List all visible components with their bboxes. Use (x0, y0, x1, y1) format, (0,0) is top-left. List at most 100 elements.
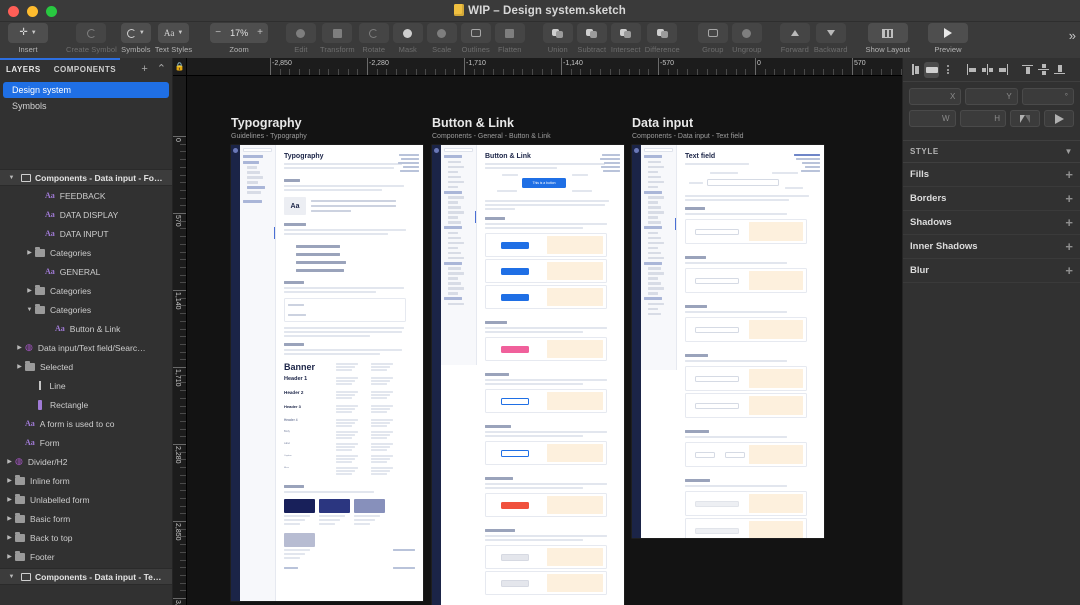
height-field[interactable]: H (960, 110, 1007, 127)
artboard-title[interactable]: Typography (231, 116, 423, 131)
nav-item[interactable] (648, 221, 661, 224)
nav-item[interactable] (648, 201, 658, 204)
layer-row[interactable]: ▶Categories (0, 243, 172, 262)
toolbar-item-transform[interactable]: Transform (318, 22, 357, 54)
style-row-inner-shadows[interactable]: Inner Shadows+ (903, 235, 1080, 259)
toolbar-item-insert[interactable]: ✛ ▼ Insert (6, 22, 50, 54)
toc-item[interactable] (399, 154, 419, 156)
layer-row[interactable]: ▶Unlabelled form (0, 490, 172, 509)
nav-item[interactable] (648, 272, 664, 275)
chevron-right-icon[interactable]: ▶ (4, 534, 15, 541)
nav-item[interactable] (648, 303, 664, 306)
chevron-right-icon[interactable]: ▶ (4, 515, 15, 522)
nav-item[interactable] (444, 262, 462, 265)
artboard-typography[interactable]: Typography Guidelines - Typography (231, 116, 423, 601)
example-button[interactable] (501, 580, 529, 587)
artboard-data-input[interactable]: Data input Components - Data input - Tex… (632, 116, 824, 538)
toolbar-item-flatten[interactable]: Flatten (493, 22, 527, 54)
example-field[interactable] (695, 278, 739, 284)
example-field[interactable] (695, 376, 739, 382)
toolbar-item-symbols[interactable]: ▼ Symbols (119, 22, 153, 54)
edit-button[interactable] (286, 23, 316, 43)
example-button[interactable] (501, 502, 529, 509)
nav-item[interactable] (247, 191, 261, 194)
distribute-horizontal-icon[interactable] (940, 62, 955, 78)
chevron-down-icon[interactable]: ▼ (6, 175, 17, 181)
x-field[interactable]: X (909, 88, 961, 105)
layer-row[interactable]: ▶Line (0, 376, 172, 395)
zoom-in-button[interactable]: + (257, 28, 263, 38)
nav-item[interactable] (448, 257, 464, 260)
layer-row[interactable]: ▶AaDATA DISPLAY (0, 205, 172, 224)
toolbar-item-text-styles[interactable]: Aa ▼ Text Styles (153, 22, 194, 54)
nav-item[interactable] (448, 247, 458, 250)
toc-item[interactable] (403, 166, 419, 168)
intersect-button[interactable] (611, 23, 641, 43)
nav-item[interactable] (448, 196, 464, 199)
layer-row[interactable]: ▶Selected (0, 357, 172, 376)
toolbar-item-difference[interactable]: Difference (643, 22, 682, 54)
toolbar-item-union[interactable]: Union (541, 22, 575, 54)
insert-button[interactable]: ✛ ▼ (8, 23, 48, 43)
nav-item[interactable] (448, 292, 458, 295)
nav-item[interactable] (448, 252, 461, 255)
toolbar-item-forward[interactable]: Forward (778, 22, 812, 54)
toc-item[interactable] (802, 162, 820, 164)
nav-item[interactable] (247, 166, 257, 169)
add-icon[interactable]: + (1065, 192, 1073, 205)
nav-item[interactable] (247, 171, 260, 174)
nav-item[interactable] (448, 237, 461, 240)
artboard-title[interactable]: Data input (632, 116, 824, 131)
nav-item[interactable] (448, 166, 464, 169)
nav-item[interactable] (648, 216, 658, 219)
nav-item[interactable] (448, 242, 464, 245)
nav-item[interactable] (448, 186, 458, 189)
align-middle-icon[interactable] (980, 62, 995, 78)
toolbar-item-rotate[interactable]: Rotate (357, 22, 391, 54)
nav-item[interactable] (648, 308, 658, 311)
subtract-button[interactable] (577, 23, 607, 43)
chevron-down-icon[interactable]: ▼ (1064, 147, 1073, 156)
align-vertical-center-icon[interactable] (1036, 62, 1051, 78)
rotation-field[interactable]: ° (1022, 88, 1074, 105)
artboard-button-link[interactable]: Button & Link Components - General - But… (432, 116, 624, 605)
toolbar-item-create-symbol[interactable]: Create Symbol (64, 22, 119, 54)
add-page-icon[interactable]: + (141, 64, 147, 75)
nav-item[interactable] (243, 161, 259, 164)
rotate-button[interactable] (359, 23, 389, 43)
nav-item[interactable] (444, 297, 462, 300)
mask-button[interactable] (393, 23, 423, 43)
add-icon[interactable]: + (1065, 216, 1073, 229)
flip-vertical-icon[interactable] (1010, 110, 1040, 127)
nav-item-selected[interactable] (247, 186, 265, 189)
align-top-icon[interactable] (1020, 62, 1035, 78)
toc-item[interactable] (805, 166, 820, 168)
toolbar-item-show-layout[interactable]: Show Layout (864, 22, 912, 54)
toc-item[interactable] (801, 170, 820, 172)
layer-row[interactable]: ▶Rectangle (0, 395, 172, 414)
nav-item[interactable] (448, 267, 461, 270)
nav-item[interactable] (448, 161, 461, 164)
example-button[interactable] (501, 450, 529, 457)
nav-item[interactable] (648, 277, 658, 280)
back-to-top-link[interactable] (393, 549, 415, 551)
style-row-fills[interactable]: Fills+ (903, 163, 1080, 187)
nav-item[interactable] (448, 206, 461, 209)
chevron-right-icon[interactable]: ▶ (14, 344, 25, 351)
ruler-corner[interactable]: 🔒 (173, 58, 187, 76)
align-left-edge-icon[interactable] (964, 62, 979, 78)
chevron-right-icon[interactable]: ▶ (14, 363, 25, 370)
tab-layers[interactable]: LAYERS (6, 65, 41, 74)
nav-item[interactable] (448, 181, 464, 184)
next-link[interactable] (393, 567, 415, 569)
nav-item[interactable] (648, 186, 658, 189)
chevron-right-icon[interactable]: ▶ (4, 477, 15, 484)
example-field[interactable] (695, 452, 715, 458)
style-row-shadows[interactable]: Shadows+ (903, 211, 1080, 235)
layer-group-header[interactable]: ▼ Components - Data input - Fo… (0, 169, 172, 186)
page-item-symbols[interactable]: Symbols (0, 98, 172, 114)
hero-button[interactable]: This is a button (522, 178, 566, 188)
tab-components[interactable]: COMPONENTS (54, 65, 116, 74)
nav-item[interactable] (648, 161, 661, 164)
nav-item[interactable] (644, 191, 662, 194)
